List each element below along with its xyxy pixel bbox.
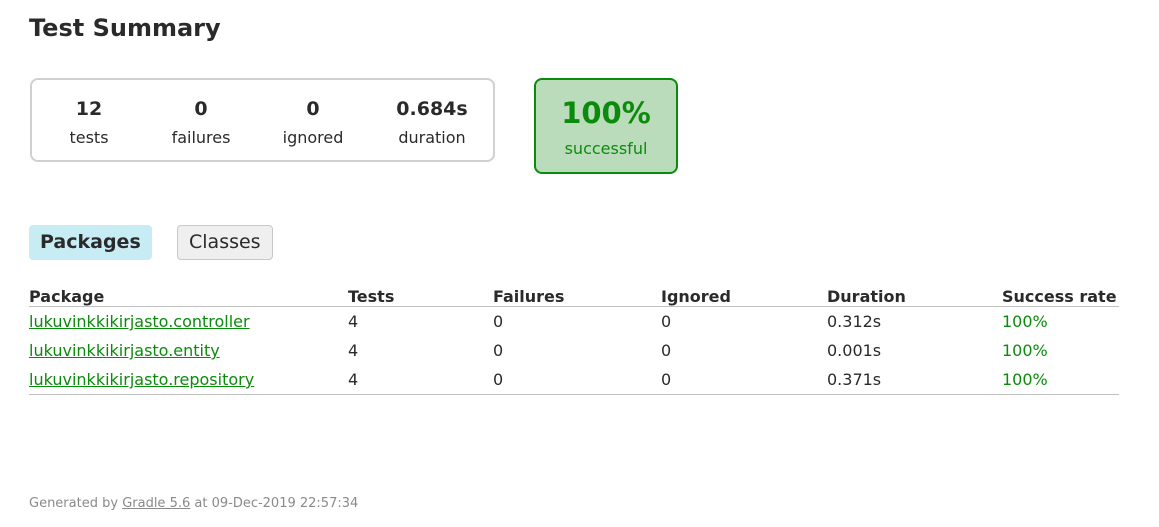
failures-label: failures: [171, 128, 231, 147]
tests-cell: 4: [348, 312, 359, 331]
package-link[interactable]: lukuvinkkikirjasto.entity: [29, 341, 220, 360]
table-header-row: Package Tests Failures Ignored Duration …: [29, 286, 1119, 307]
ignored-label: ignored: [282, 128, 344, 147]
duration-cell: 0.312s: [827, 312, 882, 331]
tests-count: 12: [75, 98, 103, 120]
success-rate-label: successful: [564, 139, 648, 158]
packages-table: Package Tests Failures Ignored Duration …: [29, 286, 1119, 395]
ignored-cell: 0: [661, 365, 827, 395]
tests-label: tests: [69, 128, 109, 147]
footer-timestamp: at 09-Dec-2019 22:57:34: [194, 496, 359, 511]
duration-label: duration: [398, 128, 466, 147]
table-row: lukuvinkkikirjasto.repository 4 0 0 0.37…: [29, 365, 1119, 395]
column-header-success-rate: Success rate: [1002, 286, 1119, 307]
ignored-count: 0: [306, 98, 320, 120]
tests-cell: 4: [348, 341, 359, 360]
failures-cell: 0: [493, 341, 504, 360]
tab-packages[interactable]: Packages: [29, 225, 152, 260]
duration-cell: 0.001s: [827, 341, 882, 360]
success-rate-value: 100%: [561, 96, 651, 130]
column-header-package: Package: [29, 286, 348, 307]
success-rate-cell: 100%: [1002, 341, 1048, 360]
duration-counter: 0.684s duration: [396, 96, 467, 151]
success-rate-cell: 100%: [1002, 312, 1048, 331]
failures-cell: 0: [493, 365, 661, 395]
success-rate-box: 100% successful: [534, 78, 678, 174]
package-link[interactable]: lukuvinkkikirjasto.controller: [29, 312, 250, 331]
failures-cell: 0: [493, 312, 504, 331]
column-header-failures: Failures: [493, 286, 661, 307]
summary-box: 12 tests 0 failures 0 ignored 0.684s dur…: [30, 78, 495, 162]
success-rate-cell: 100%: [1002, 365, 1119, 395]
column-header-ignored: Ignored: [661, 286, 827, 307]
ignored-counter: 0 ignored: [283, 96, 344, 151]
duration-cell: 0.371s: [827, 365, 1002, 395]
ignored-cell: 0: [661, 312, 672, 331]
package-link[interactable]: lukuvinkkikirjasto.repository: [29, 370, 254, 389]
tab-classes[interactable]: Classes: [177, 225, 273, 260]
ignored-cell: 0: [661, 341, 672, 360]
duration-value: 0.684s: [396, 98, 468, 120]
package-cell: lukuvinkkikirjasto.entity: [29, 336, 348, 365]
table-row: lukuvinkkikirjasto.entity 4 0 0 0.001s 1…: [29, 336, 1119, 365]
tests-counter: 12 tests: [69, 96, 108, 151]
gradle-link[interactable]: Gradle 5.6: [122, 496, 190, 511]
package-cell: lukuvinkkikirjasto.controller: [29, 307, 348, 337]
failures-count: 0: [194, 98, 208, 120]
package-cell: lukuvinkkikirjasto.repository: [29, 365, 348, 395]
column-header-tests: Tests: [348, 286, 493, 307]
page-title: Test Summary: [29, 14, 221, 42]
footer: Generated by Gradle 5.6 at 09-Dec-2019 2…: [29, 496, 358, 511]
column-header-duration: Duration: [827, 286, 1002, 307]
tests-cell: 4: [348, 365, 493, 395]
footer-prefix: Generated by: [29, 496, 119, 511]
failures-counter: 0 failures: [172, 96, 231, 151]
table-row: lukuvinkkikirjasto.controller 4 0 0 0.31…: [29, 307, 1119, 337]
